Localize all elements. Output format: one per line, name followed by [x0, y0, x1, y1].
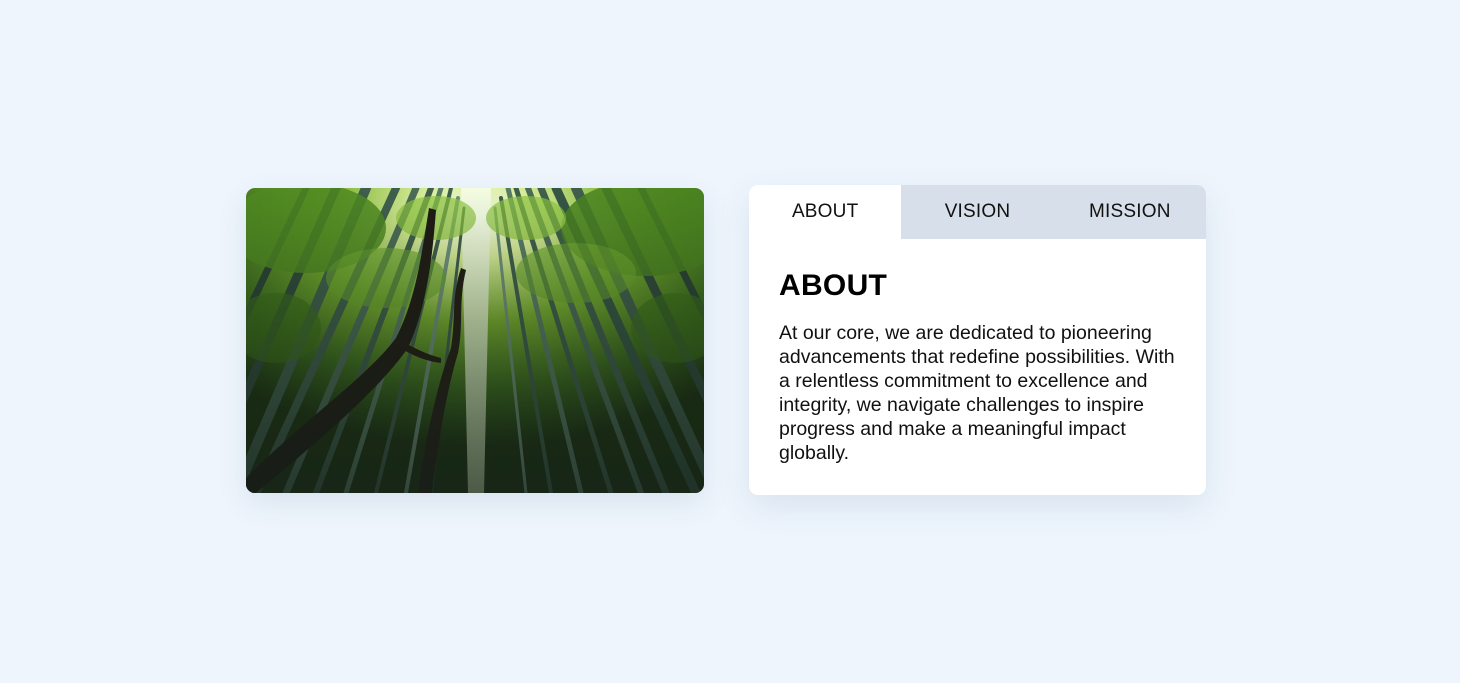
panel-heading: ABOUT	[779, 269, 888, 302]
bamboo-forest-image	[246, 188, 704, 493]
tab-vision[interactable]: VISION	[901, 185, 1053, 239]
bamboo-forest-illustration	[246, 188, 704, 493]
tab-panel: ABOUT At our core, we are dedicated to p…	[749, 239, 1206, 465]
tab-about[interactable]: ABOUT	[749, 185, 902, 239]
tab-mission[interactable]: MISSION	[1054, 185, 1206, 239]
tab-bar: ABOUT VISION MISSION	[749, 185, 1206, 239]
tab-card: ABOUT VISION MISSION ABOUT At our core, …	[749, 185, 1206, 495]
page: ABOUT VISION MISSION ABOUT At our core, …	[0, 0, 1460, 683]
panel-body-text: At our core, we are dedicated to pioneer…	[779, 322, 1175, 464]
